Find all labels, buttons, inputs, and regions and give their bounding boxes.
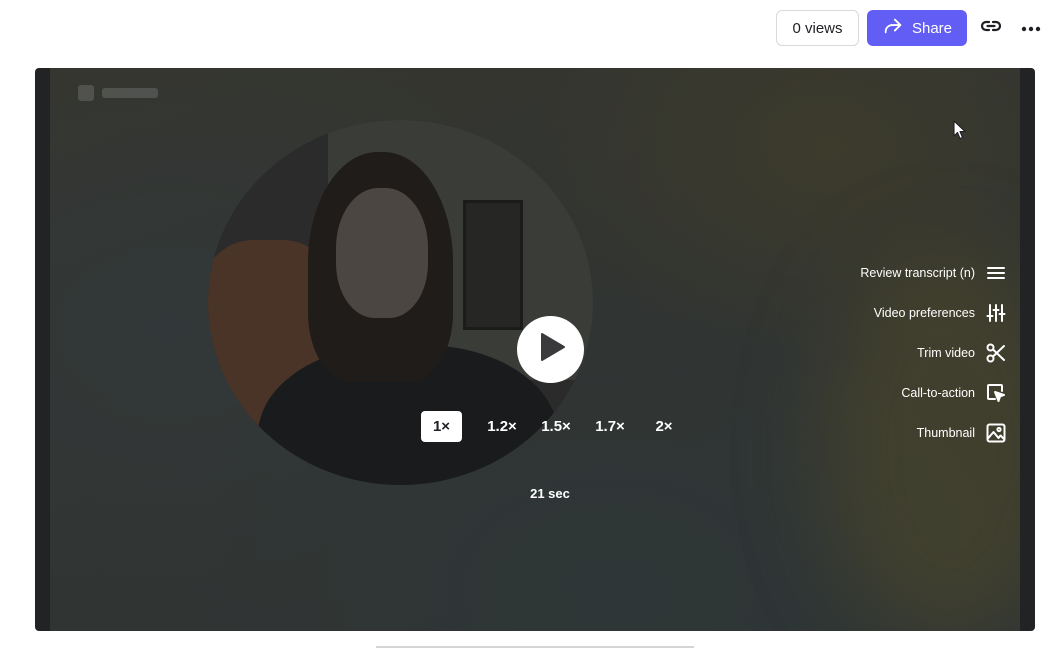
speed-option-1-5x[interactable]: 1.5× (529, 411, 583, 442)
share-icon (882, 15, 904, 41)
play-icon (536, 332, 566, 367)
sliders-icon (985, 303, 1006, 324)
trim-video-label: Trim video (917, 346, 975, 360)
video-frame: 1× 1.2× 1.5× 1.7× 2× 21 sec Review trans… (50, 68, 1020, 631)
speed-option-1-2x[interactable]: 1.2× (475, 411, 529, 442)
more-options-button[interactable] (1017, 14, 1045, 42)
list-icon (985, 263, 1006, 284)
video-player[interactable]: 1× 1.2× 1.5× 1.7× 2× 21 sec Review trans… (35, 68, 1035, 631)
speed-option-1-7x[interactable]: 1.7× (583, 411, 637, 442)
review-transcript-label: Review transcript (n) (860, 266, 975, 280)
review-transcript-button[interactable]: Review transcript (n) (860, 253, 1006, 293)
thumbnail-label: Thumbnail (916, 426, 975, 440)
trim-video-button[interactable]: Trim video (860, 333, 1006, 373)
video-preferences-button[interactable]: Video preferences (860, 293, 1006, 333)
speed-option-1x[interactable]: 1× (421, 411, 462, 442)
cursor-click-icon (985, 383, 1006, 404)
video-duration: 21 sec (530, 486, 570, 501)
video-preferences-label: Video preferences (873, 306, 975, 320)
thumbnail-button[interactable]: Thumbnail (860, 413, 1006, 453)
call-to-action-button[interactable]: Call-to-action (860, 373, 1006, 413)
play-button[interactable] (517, 316, 584, 383)
copy-link-button[interactable] (977, 14, 1005, 42)
link-icon (979, 14, 1003, 43)
share-label: Share (911, 19, 953, 37)
views-count-label: 0 views (792, 19, 843, 37)
image-icon (985, 423, 1006, 444)
scissors-icon (985, 343, 1006, 364)
speed-option-2x[interactable]: 2× (637, 411, 691, 442)
recorded-screen-logo (78, 85, 158, 101)
mouse-cursor-icon (953, 120, 966, 140)
more-icon (1021, 19, 1041, 37)
share-button[interactable]: Share (867, 10, 967, 46)
playback-speed-selector: 1× 1.2× 1.5× 1.7× 2× (421, 411, 691, 442)
call-to-action-label: Call-to-action (901, 386, 975, 400)
video-tools-menu: Review transcript (n) Video preferences (860, 253, 1006, 453)
views-count-button[interactable]: 0 views (776, 10, 859, 46)
